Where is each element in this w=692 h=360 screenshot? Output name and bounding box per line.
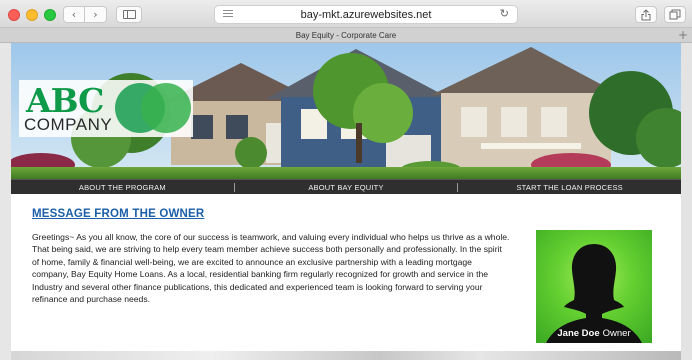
show-tabs-button[interactable] <box>664 6 686 23</box>
chevron-left-icon: ‹ <box>71 8 77 21</box>
share-icon <box>641 8 651 20</box>
plus-icon[interactable]: + <box>678 28 688 42</box>
browser-toolbar: ‹ › bay-mkt.azurewebsites.net ↻ <box>0 0 692 28</box>
owner-role: Owner <box>602 328 631 339</box>
message-title-link[interactable]: MESSAGE FROM THE OWNER <box>32 208 204 220</box>
share-button[interactable] <box>635 6 657 23</box>
owner-caption: Jane Doe Owner <box>536 328 652 339</box>
tab-bar: Bay Equity - Corporate Care + <box>0 28 692 43</box>
url-text: bay-mkt.azurewebsites.net <box>300 8 432 21</box>
logo-circle-right <box>141 83 191 133</box>
owner-photo: Jane Doe Owner <box>536 230 652 343</box>
back-button[interactable]: ‹ <box>63 6 85 23</box>
zoom-window-button[interactable] <box>44 9 56 21</box>
hero-banner: ABC COMPANY <box>11 43 681 179</box>
nav-about-bay-equity[interactable]: ABOUT BAY EQUITY <box>235 183 458 192</box>
logo-company-word: COMPANY <box>24 115 113 134</box>
next-section-image <box>11 351 681 360</box>
minimize-window-button[interactable] <box>26 9 38 21</box>
nav-start-loan-process[interactable]: START THE LOAN PROCESS <box>458 183 681 192</box>
chevron-right-icon: › <box>93 8 98 21</box>
page-margin <box>681 43 692 360</box>
sidebar-button[interactable] <box>116 6 142 23</box>
reload-icon[interactable]: ↻ <box>500 7 509 20</box>
tabs-icon <box>669 9 681 20</box>
address-bar[interactable]: bay-mkt.azurewebsites.net ↻ <box>214 5 518 24</box>
company-logo[interactable]: ABC COMPANY <box>19 80 193 137</box>
site-container: ABC COMPANY ABOUT THE PROGRAM ABOUT BAY … <box>11 43 681 360</box>
page-viewport: ABC COMPANY ABOUT THE PROGRAM ABOUT BAY … <box>0 43 692 360</box>
message-body: Greetings~ As you all know, the core of … <box>32 232 510 305</box>
tab-title[interactable]: Bay Equity - Corporate Care <box>296 31 397 40</box>
nav-about-program[interactable]: ABOUT THE PROGRAM <box>11 183 234 192</box>
close-window-button[interactable] <box>8 9 20 21</box>
owner-name: Jane Doe <box>557 328 600 339</box>
forward-button[interactable]: › <box>85 6 107 23</box>
reader-icon[interactable] <box>223 10 233 19</box>
main-navigation: ABOUT THE PROGRAM ABOUT BAY EQUITY START… <box>11 179 681 194</box>
logo-letters: ABC <box>26 81 104 120</box>
person-silhouette-icon <box>546 244 642 343</box>
sidebar-icon <box>122 10 136 19</box>
